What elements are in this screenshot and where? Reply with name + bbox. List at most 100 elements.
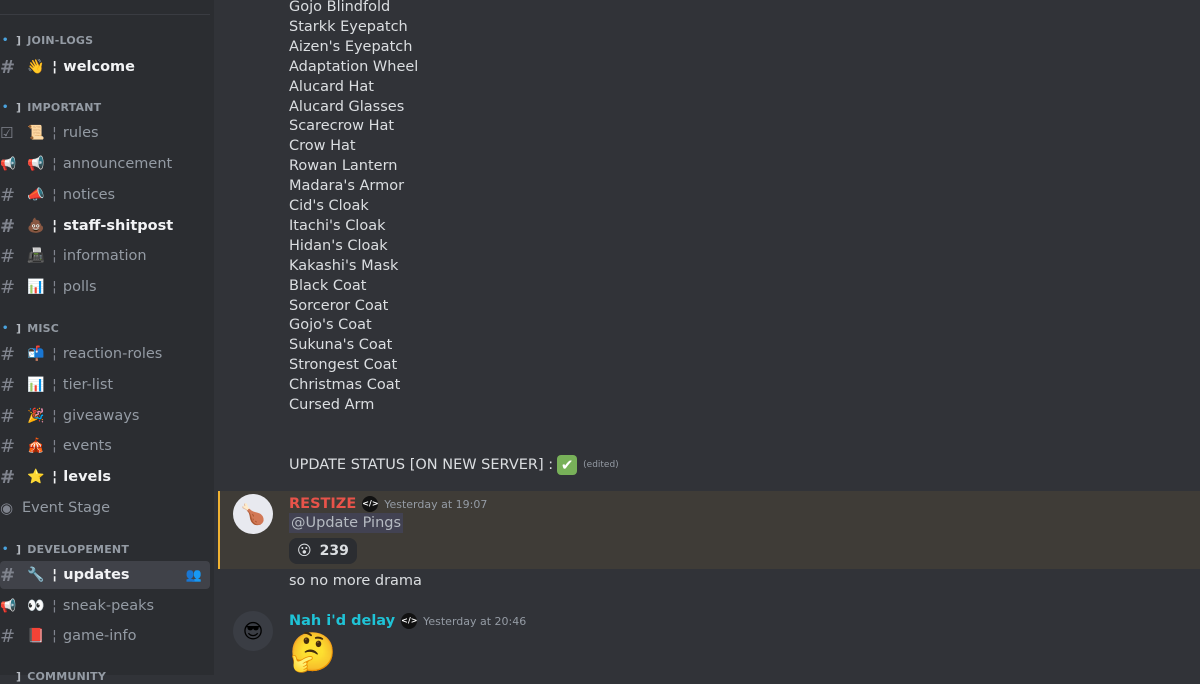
channel-event-stage[interactable]: ◉ Event Stage [0,494,110,522]
bracket-icon: ] [16,33,22,47]
surprised-emoji-icon: 😮 [297,543,312,559]
username[interactable]: Nah i'd delay [289,613,395,629]
channel-information[interactable]: # 📠 ¦ information [0,242,210,270]
channel-welcome[interactable]: # 👋 ¦ welcome [0,53,210,81]
list-item: Alucard Glasses [289,98,405,115]
developer-badge-icon: </> [401,613,417,629]
channel-reaction-roles[interactable]: # 📬 ¦ reaction-roles [0,340,210,368]
list-item: Madara's Armor [289,178,405,195]
channel-staff-shitpost[interactable]: # 💩 ¦ staff-shitpost [0,212,210,240]
separator: ¦ [52,598,57,614]
list-item: Cid's Cloak [289,198,369,214]
category-join-logs[interactable]: •] JOIN-LOGS [0,32,93,48]
category-community[interactable]: ] COMMUNITY [0,668,106,684]
separator: ¦ [52,59,58,75]
reaction-count: 239 [319,543,349,559]
unread-dot-icon: • [2,322,9,334]
channel-tier-list[interactable]: # 📊 ¦ tier-list [0,371,210,399]
wrench-emoji-icon: 🔧 [27,567,45,583]
category-developement[interactable]: •] DEVELOPEMENT [0,541,129,557]
rules-channel-icon: ☑ [0,124,14,142]
bracket-icon: ] [16,669,22,683]
wave-emoji-icon: 👋 [27,59,45,75]
channel-rules[interactable]: ☑ 📜 ¦ rules [0,119,210,147]
list-item: Strongest Coat [289,357,398,374]
category-important[interactable]: •] IMPORTANT [0,99,101,115]
separator: ¦ [52,567,58,583]
channel-sneak-peaks[interactable]: 📢 👀 ¦ sneak-peaks [0,592,210,620]
list-item: Sorceror Coat [289,297,389,314]
update-status-line: UPDATE STATUS [ON NEW SERVER] : ✔ (edite… [289,454,619,476]
channel-label: polls [62,279,97,295]
list-item: Aizen's Eyepatch [289,38,413,55]
star-emoji-icon: ⭐ [27,469,45,485]
check-mark-icon: ✔ [557,455,578,475]
username[interactable]: RESTIZE [289,496,356,512]
channel-game-info[interactable]: # 📕 ¦ game-info [0,622,210,650]
channel-label: staff-shitpost [63,218,174,234]
mailbox-emoji-icon: 📬 [27,346,45,362]
channel-label: notices [62,187,116,203]
channel-label: tier-list [62,377,114,393]
bracket-icon: ] [16,542,22,556]
channel-label: Event Stage [22,500,111,516]
category-label: COMMUNITY [27,669,107,683]
separator: ¦ [52,628,57,644]
list-item: Christmas Coat [289,377,401,394]
channel-events[interactable]: # 🎪 ¦ events [0,432,210,460]
separator: ¦ [52,346,57,362]
invite-user-icon[interactable]: 👥 [186,568,202,583]
list-item: Gojo's Coat [289,317,372,334]
reaction-button[interactable]: 😮 239 [289,538,357,564]
channel-updates[interactable]: # 🔧 ¦ updates 👥 [0,561,210,589]
separator: ¦ [52,248,57,264]
poop-emoji-icon: 💩 [27,218,45,234]
avatar[interactable]: 😎 [233,611,273,651]
bar-chart-emoji-icon: 📊 [27,377,45,393]
channel-polls[interactable]: # 📊 ¦ polls [0,273,210,301]
thinking-emoji-icon: 🤔 [289,630,337,674]
channel-label: sneak-peaks [62,598,155,614]
edited-label: (edited) [583,460,619,470]
channel-levels[interactable]: # ⭐ ¦ levels [0,463,210,491]
list-item: Black Coat [289,277,367,294]
channel-label: levels [63,469,111,485]
avatar[interactable]: 🍗 [233,494,273,534]
party-popper-emoji-icon: 🎉 [27,408,45,424]
channel-label: game-info [62,628,137,644]
circus-tent-emoji-icon: 🎪 [27,438,45,454]
hash-icon: # [0,276,16,298]
category-misc[interactable]: •] MISC [0,320,59,336]
hash-icon: # [0,245,16,267]
hash-icon: # [0,374,16,396]
list-item: Starkk Eyepatch [289,18,408,35]
channel-label: announcement [62,156,173,172]
category-label: JOIN-LOGS [27,33,94,47]
bar-chart-emoji-icon: 📊 [27,279,45,295]
timestamp: Yesterday at 19:07 [384,497,488,511]
unread-dot-icon: • [2,34,9,46]
list-item: Scarecrow Hat [289,118,395,135]
hash-icon: # [0,56,16,78]
separator: ¦ [52,279,57,295]
role-mention[interactable]: @Update Pings [289,513,404,533]
divider [0,14,210,15]
channel-label: rules [62,125,99,141]
channel-notices[interactable]: # 📣 ¦ notices [0,181,210,209]
separator: ¦ [52,187,57,203]
announcement-channel-icon: 📢 [0,156,17,172]
hash-icon: # [0,184,16,206]
channel-giveaways[interactable]: # 🎉 ¦ giveaways [0,402,210,430]
scroll-emoji-icon: 📜 [27,125,45,141]
list-item: Adaptation Wheel [289,58,419,75]
developer-badge-icon: </> [362,496,379,512]
book-emoji-icon: 📕 [27,628,45,644]
fax-emoji-icon: 📠 [27,248,45,264]
status-text: UPDATE STATUS [ON NEW SERVER] : [289,457,554,473]
channel-label: information [62,248,147,264]
channel-label: updates [63,567,130,583]
hash-icon: # [0,564,16,586]
channel-announcement[interactable]: 📢 📢 ¦ announcement [0,150,210,178]
announcement-channel-icon: 📢 [0,598,17,614]
hash-icon: # [0,215,16,237]
